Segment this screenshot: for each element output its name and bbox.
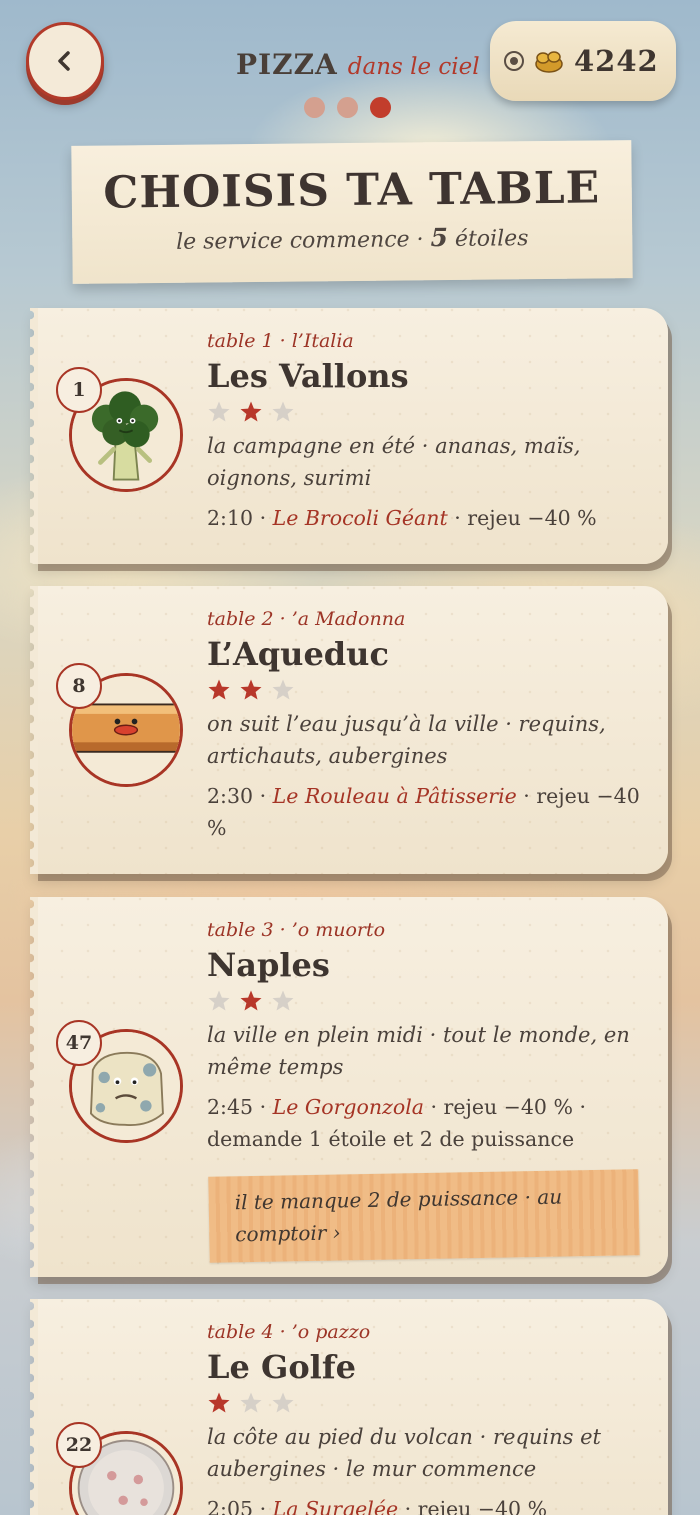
star-empty-icon <box>240 1392 262 1413</box>
table-meta: 2:10 · Le Brocoli Géant · rejeu −40 % <box>207 506 597 530</box>
chevron-left-icon <box>58 51 70 71</box>
level-badge: 8 <box>56 663 102 709</box>
star-filled-icon <box>240 401 262 422</box>
star-rating <box>207 678 646 702</box>
star-filled-icon <box>240 990 262 1011</box>
coin-purse-icon <box>535 51 563 73</box>
star-rating <box>207 1391 646 1415</box>
table-meta: 2:05 · La Surgelée · rejeu −40 % <box>207 1493 646 1515</box>
target-icon <box>504 51 524 71</box>
brand-main: PIZZA <box>236 48 338 81</box>
star-rating <box>207 400 646 424</box>
boss-name: Le Brocoli Géant <box>272 506 448 530</box>
title-banner: CHOISIS TA TABLE le service commence · 5… <box>71 140 633 284</box>
brand-sub: dans le ciel <box>347 54 480 80</box>
brand-title: PIZZA dans le ciel <box>236 48 480 81</box>
table-name: Les Vallons <box>207 357 409 395</box>
star-filled-icon <box>208 1392 230 1413</box>
table-description: la ville en plein midi · tout le monde, … <box>207 1023 630 1079</box>
table-time: 2:05 <box>207 1497 254 1515</box>
level-badge: 1 <box>56 367 102 413</box>
table-card-1[interactable]: 1 table 1 · l’Italia Les Vallons la camp… <box>30 308 668 564</box>
subtitle-suffix: étoiles <box>447 226 529 252</box>
table-bonus: rejeu −40 % <box>467 506 597 530</box>
table-card-2[interactable]: 8 table 2 · ’a Madonna L’Aqueduc on suit… <box>30 586 668 874</box>
star-empty-icon <box>272 1392 294 1413</box>
table-subtitle: table 3 · ’o muorto <box>207 919 386 941</box>
table-time: 2:10 <box>207 506 254 530</box>
star-empty-icon <box>272 679 294 700</box>
level-badge: 47 <box>56 1020 102 1066</box>
star-empty-icon <box>208 401 230 422</box>
page-dot <box>304 97 325 118</box>
table-name: Le Golfe <box>207 1348 356 1386</box>
boss-name: Le Gorgonzola <box>272 1095 424 1119</box>
table-description: la côte au pied du volcan · requins et a… <box>207 1425 601 1481</box>
table-description: on suit l’eau jusqu’à la ville · requins… <box>207 712 606 768</box>
back-button[interactable] <box>26 22 104 100</box>
table-time: 2:30 <box>207 784 254 808</box>
page-title: CHOISIS TA TABLE <box>103 162 601 219</box>
table-name: L’Aqueduc <box>207 635 389 673</box>
table-meta: 2:45 · Le Gorgonzola · rejeu −40 % · dem… <box>207 1095 586 1151</box>
star-empty-icon <box>272 401 294 422</box>
table-bonus: rejeu −40 % <box>417 1497 548 1515</box>
star-rating <box>207 989 646 1013</box>
star-filled-icon <box>208 679 230 700</box>
subtitle-strong: 5 <box>430 222 449 253</box>
subtitle-prefix: le service commence · <box>175 227 431 255</box>
boss-name: Le Rouleau à Pâtisserie <box>272 784 517 808</box>
table-subtitle: table 2 · ’a Madonna <box>207 608 406 630</box>
page-dot <box>337 97 358 118</box>
star-empty-icon <box>208 990 230 1011</box>
table-subtitle: table 4 · ’o pazzo <box>207 1321 371 1343</box>
table-card-4[interactable]: 22 table 4 · ’o pazzo Le Golfe la côte a… <box>30 1299 668 1515</box>
coin-value: 4242 <box>574 44 659 78</box>
page-dot-active <box>370 97 391 118</box>
boss-name: La Surgelée <box>272 1497 399 1515</box>
level-badge: 22 <box>56 1422 102 1468</box>
table-card-3[interactable]: 47 table 3 · ’o muorto Naples la ville e… <box>30 897 668 1277</box>
power-warning-link[interactable]: il te manque 2 de puissance · au comptoi… <box>208 1169 640 1263</box>
table-name: Naples <box>207 946 330 984</box>
table-subtitle: table 1 · l’Italia <box>207 330 354 352</box>
page-subtitle: le service commence · 5 étoiles <box>72 221 632 256</box>
page-indicator <box>304 97 391 118</box>
table-meta: 2:30 · Le Rouleau à Pâtisserie · rejeu −… <box>207 784 640 840</box>
star-empty-icon <box>272 990 294 1011</box>
star-filled-icon <box>240 679 262 700</box>
coin-counter[interactable]: 4242 <box>490 21 676 101</box>
table-time: 2:45 <box>207 1095 254 1119</box>
table-description: la campagne en été · ananas, maïs, oigno… <box>207 434 581 490</box>
